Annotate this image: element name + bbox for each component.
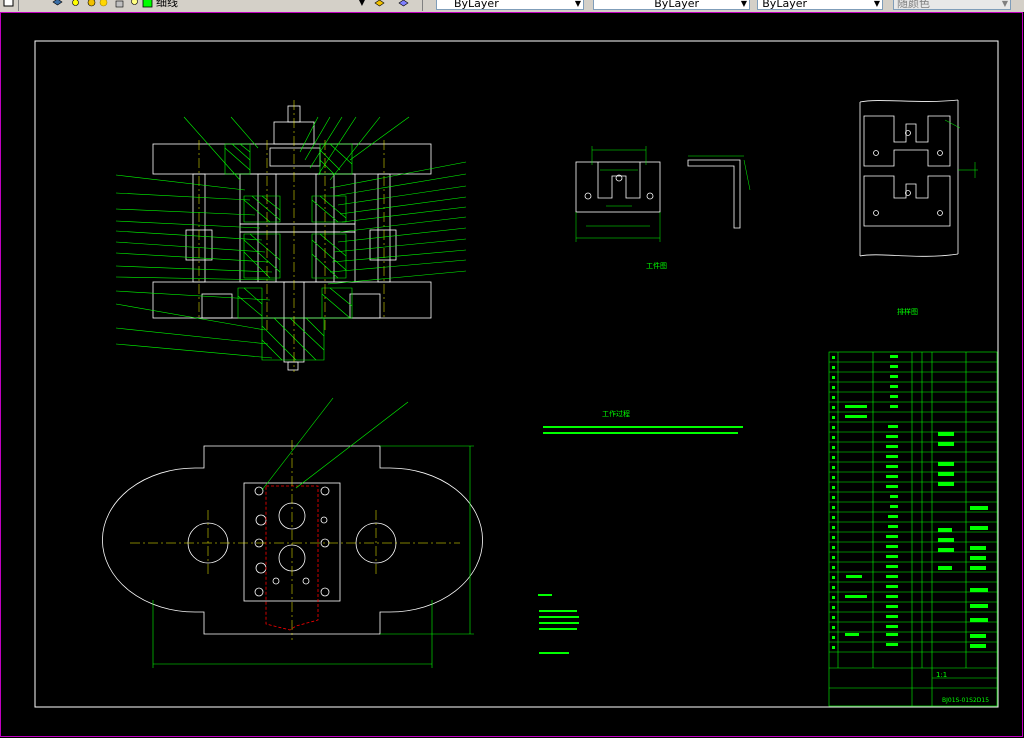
- linetype-control-value: ByLayer: [654, 0, 699, 10]
- strip-layout-view: [859, 99, 959, 257]
- linetype-control-dropdown[interactable]: ByLayer ▼: [593, 0, 750, 10]
- lock-icon[interactable]: [114, 0, 125, 8]
- cad-application: 细线 ▼ ByLayer ▼ ByLayer ▼ ByLayer ▼ 随颜色 ▼: [0, 0, 1024, 738]
- process-title: 工作过程: [602, 410, 630, 418]
- toolbar-separator: [18, 0, 19, 11]
- layer-previous-icon[interactable]: [86, 0, 97, 8]
- scale-value: 1:1: [936, 671, 948, 679]
- assembly-centerlines: [198, 100, 385, 372]
- bulb-icon[interactable]: [129, 0, 140, 8]
- color-control-dropdown[interactable]: ByLayer ▼: [436, 0, 584, 10]
- assembly-section-view: [152, 105, 432, 371]
- chevron-down-icon: ▼: [1001, 0, 1008, 8]
- lineweight-control-value: ByLayer: [762, 0, 807, 10]
- plotstyle-control-value: 随颜色: [897, 0, 930, 10]
- process-notes: [538, 426, 743, 654]
- chevron-down-icon: ▼: [574, 0, 581, 8]
- layer-dropdown[interactable]: 细线 ▼: [153, 0, 367, 10]
- layer-state-icon[interactable]: [70, 0, 81, 8]
- layer-dropdown-value: 细线: [156, 0, 178, 9]
- sheet-frame: [34, 40, 999, 708]
- strip-layout-caption: 排样图: [897, 308, 918, 316]
- layer-color-swatch-icon: [142, 0, 153, 8]
- plotstyle-control-dropdown[interactable]: 随颜色 ▼: [893, 0, 1011, 10]
- assembly-leader-lines: [115, 116, 467, 359]
- sun-icon[interactable]: [98, 0, 109, 8]
- color-control-value: ByLayer: [454, 0, 499, 10]
- chevron-down-icon: ▼: [358, 0, 365, 7]
- drawing-svg: [0, 12, 1023, 737]
- drawing-number: BJ01S-01S2D15: [942, 697, 990, 704]
- layer-previous-button-icon[interactable]: [398, 0, 409, 8]
- make-object-layer-current-icon[interactable]: [374, 0, 385, 8]
- plan-dimensions: [152, 397, 474, 668]
- workpiece-caption: 工件图: [646, 262, 667, 270]
- layer-manager-icon[interactable]: [3, 0, 14, 8]
- drawing-canvas[interactable]: 工件图 排样图 工作过程 1:1 BJ01S-01S2D15: [0, 12, 1024, 738]
- chevron-down-icon: ▼: [740, 0, 747, 8]
- layer-stack-icon[interactable]: [52, 0, 63, 8]
- plan-view: [102, 445, 483, 635]
- viewport-border: [0, 12, 1023, 737]
- lineweight-control-dropdown[interactable]: ByLayer ▼: [757, 0, 883, 10]
- chevron-down-icon: ▼: [873, 0, 880, 8]
- toolbar-separator: [422, 0, 423, 11]
